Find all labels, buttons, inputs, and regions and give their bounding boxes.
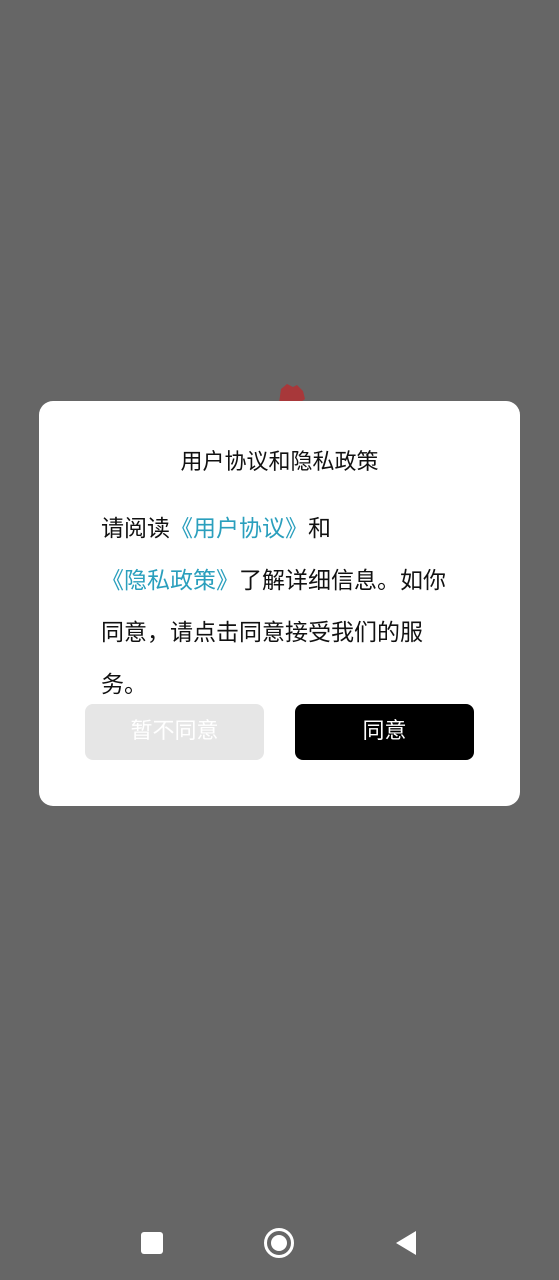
back-button[interactable] bbox=[382, 1222, 430, 1264]
body-prefix: 请阅读 bbox=[101, 516, 170, 542]
body-conjunction: 和 bbox=[308, 516, 331, 542]
privacy-consent-dialog: 用户协议和隐私政策 请阅读《用户协议》和《隐私政策》了解详细信息。如你同意，请点… bbox=[39, 401, 520, 806]
triangle-back-icon bbox=[396, 1231, 416, 1255]
circle-icon bbox=[264, 1228, 294, 1258]
dialog-title: 用户协议和隐私政策 bbox=[180, 450, 379, 475]
agree-button[interactable]: 同意 bbox=[295, 704, 474, 760]
dialog-body: 请阅读《用户协议》和《隐私政策》了解详细信息。如你同意，请点击同意接受我们的服务… bbox=[101, 503, 461, 711]
screen: 用户协议和隐私政策 请阅读《用户协议》和《隐私政策》了解详细信息。如你同意，请点… bbox=[0, 0, 559, 1280]
system-navigation-bar bbox=[0, 1210, 559, 1280]
square-icon bbox=[141, 1232, 163, 1254]
privacy-policy-link[interactable]: 《隐私政策》 bbox=[101, 568, 239, 594]
decline-button[interactable]: 暂不同意 bbox=[85, 704, 264, 760]
user-agreement-link[interactable]: 《用户协议》 bbox=[170, 516, 308, 542]
recents-button[interactable] bbox=[128, 1222, 176, 1264]
home-button[interactable] bbox=[255, 1222, 303, 1264]
